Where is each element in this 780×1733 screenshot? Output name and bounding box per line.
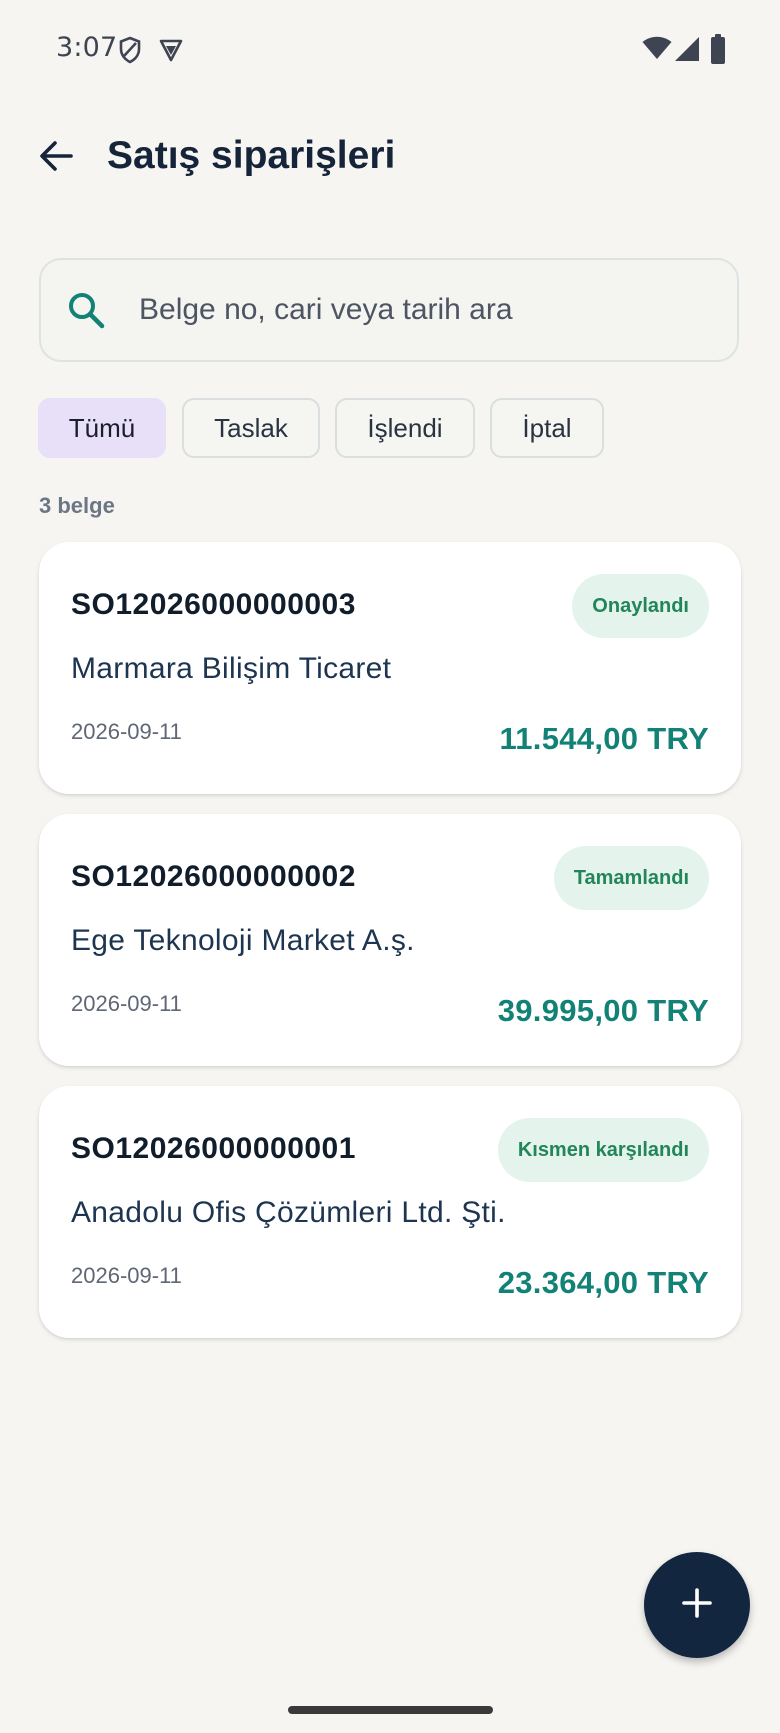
- document-count: 3 belge: [39, 493, 115, 518]
- search-icon: [65, 289, 109, 333]
- order-date: 2026-09-11: [71, 991, 182, 1016]
- order-amount: 39.995,00 TRY: [497, 993, 709, 1028]
- vpn-badge-icon: [158, 38, 184, 66]
- cellular-signal-icon: [674, 36, 700, 66]
- page-title: Satış siparişleri: [107, 134, 396, 177]
- order-card[interactable]: SO12026000000002 Tamamlandı Ege Teknoloj…: [39, 814, 741, 1066]
- order-date: 2026-09-11: [71, 1263, 182, 1288]
- chip-iptal[interactable]: İptal: [490, 398, 604, 458]
- order-doc-number: SO12026000000002: [71, 860, 356, 893]
- search-box[interactable]: [39, 258, 739, 362]
- status-badge: Kısmen karşılandı: [497, 1118, 709, 1182]
- battery-icon: [710, 34, 726, 68]
- status-bar: 3:07: [0, 0, 780, 100]
- order-amount: 11.544,00 TRY: [499, 721, 709, 756]
- order-amount: 23.364,00 TRY: [497, 1265, 709, 1300]
- chip-label: İşlendi: [367, 412, 443, 443]
- order-card[interactable]: SO12026000000001 Kısmen karşılandı Anado…: [39, 1086, 741, 1338]
- chip-islendi[interactable]: İşlendi: [335, 398, 475, 458]
- status-badge: Tamamlandı: [553, 846, 709, 910]
- back-button[interactable]: [30, 132, 82, 184]
- shield-icon: [118, 36, 142, 68]
- order-doc-number: SO12026000000001: [71, 1132, 356, 1165]
- order-customer: Anadolu Ofis Çözümleri Ltd. Şti.: [71, 1196, 506, 1229]
- wifi-icon: [642, 36, 672, 64]
- search-input[interactable]: [139, 282, 709, 338]
- order-card[interactable]: SO12026000000003 Onaylandı Marmara Biliş…: [39, 542, 741, 794]
- arrow-back-icon: [38, 140, 74, 176]
- chip-label: Tümü: [68, 412, 136, 443]
- chip-tumu[interactable]: Tümü: [38, 398, 166, 458]
- status-badge: Onaylandı: [572, 574, 709, 638]
- gesture-navigation-bar[interactable]: [288, 1706, 493, 1714]
- order-date: 2026-09-11: [71, 719, 182, 744]
- chip-taslak[interactable]: Taslak: [182, 398, 320, 458]
- add-order-button[interactable]: [644, 1552, 750, 1658]
- order-customer: Ege Teknoloji Market A.ş.: [71, 924, 415, 957]
- chip-label: Taslak: [214, 412, 288, 443]
- order-customer: Marmara Bilişim Ticaret: [71, 652, 392, 685]
- chip-label: İptal: [522, 412, 572, 443]
- plus-icon: [681, 1587, 713, 1623]
- status-time: 3:07: [56, 32, 118, 63]
- order-doc-number: SO12026000000003: [71, 588, 356, 621]
- top-app-bar: Satış siparişleri: [0, 110, 780, 210]
